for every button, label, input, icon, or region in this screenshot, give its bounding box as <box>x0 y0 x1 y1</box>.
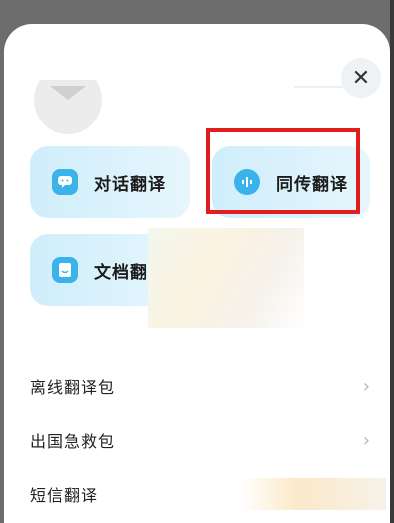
chevron-right-icon: › <box>362 375 370 397</box>
avatar <box>34 80 104 136</box>
document-icon <box>52 257 78 283</box>
close-button[interactable]: ✕ <box>341 58 381 98</box>
highlight-annotation <box>206 128 360 214</box>
list-item-emergency-pack[interactable]: 出国急救包 › <box>30 420 370 460</box>
list-item-label: 离线翻译包 <box>30 378 116 397</box>
dialog-translate-label: 对话翻译 <box>94 174 166 195</box>
chevron-right-icon: › <box>362 429 370 451</box>
close-icon: ✕ <box>351 65 371 91</box>
list-item-label: 短信翻译 <box>30 486 99 505</box>
list-item-offline-pack[interactable]: 离线翻译包 › <box>30 366 370 406</box>
document-translate-label: 文档翻 <box>94 262 146 283</box>
blurred-region <box>148 228 304 328</box>
list-item-label: 出国急救包 <box>30 432 116 451</box>
blurred-region-bottom <box>240 478 386 510</box>
dialog-translate-card[interactable]: 对话翻译 <box>30 146 190 218</box>
screen-edge <box>390 0 394 523</box>
chat-bubble-icon <box>52 169 78 195</box>
